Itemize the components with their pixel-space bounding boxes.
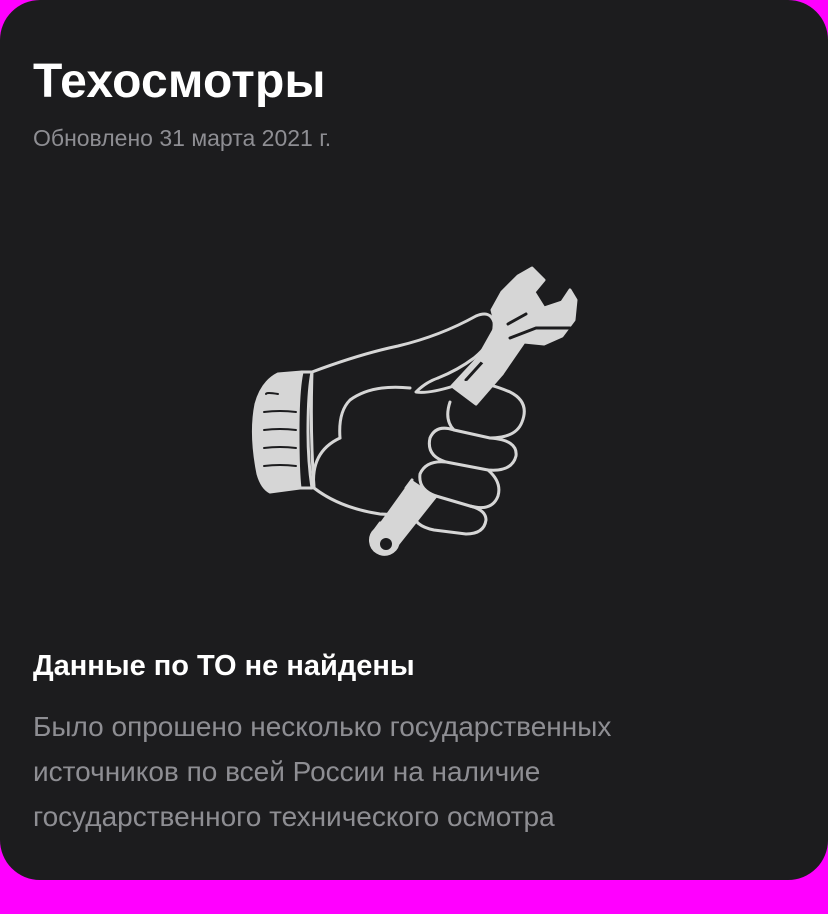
- empty-state-description: Было опрошено несколько государственных …: [33, 711, 612, 832]
- empty-state-title: Данные по ТО не найдены: [33, 650, 415, 682]
- inspections-card: Техосмотры Обновлено 31 марта 2021 г. Да…: [0, 0, 828, 880]
- page-title: Техосмотры: [33, 55, 326, 108]
- updated-date: Обновлено 31 марта 2021 г.: [33, 125, 332, 151]
- hand-holding-wrench-icon: [251, 266, 578, 556]
